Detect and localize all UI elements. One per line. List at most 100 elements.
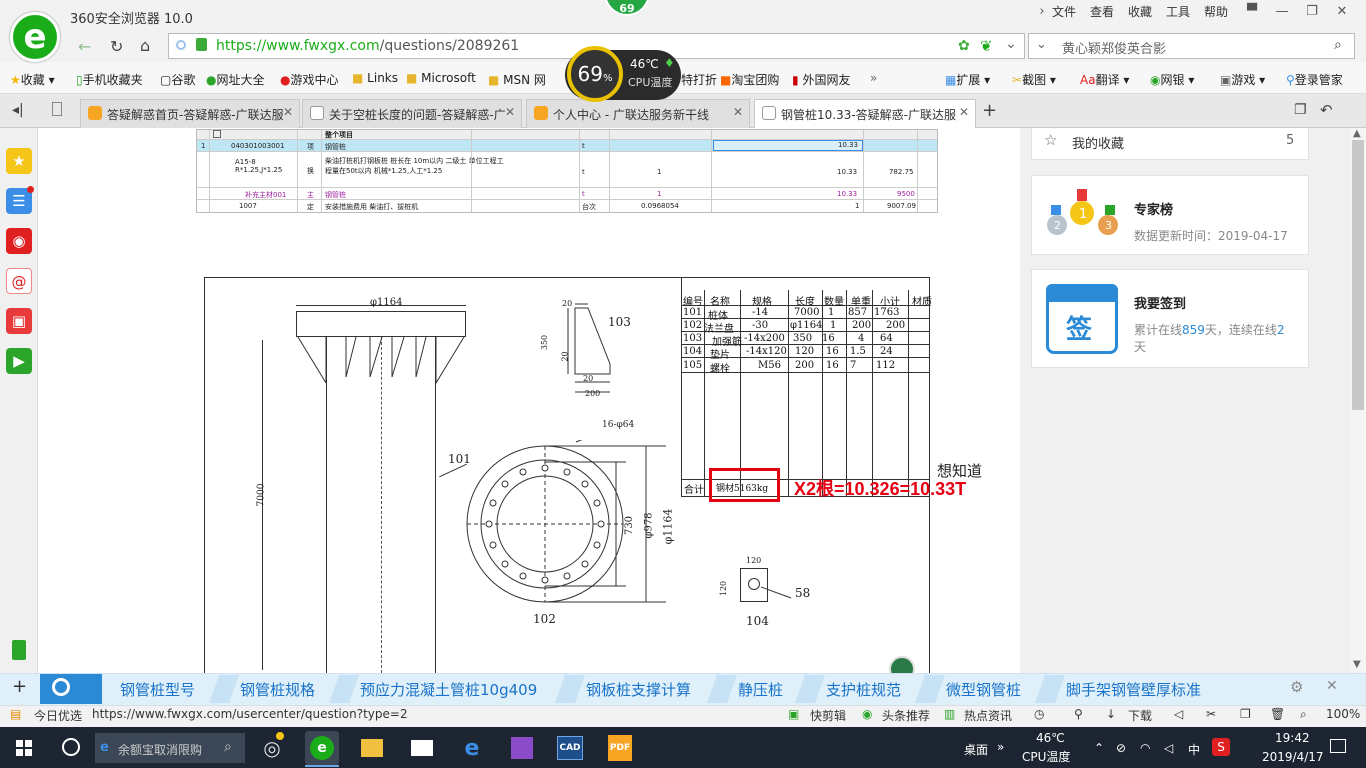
home-icon[interactable]: ⌂	[140, 36, 150, 55]
bookmark-links[interactable]: ■ Links	[352, 71, 398, 85]
pin-icon[interactable]: ⚲	[1074, 707, 1083, 721]
weibo-icon[interactable]: ◉	[6, 228, 32, 254]
game-icon[interactable]: ▣	[6, 308, 32, 334]
close-icon[interactable]: ✕	[733, 105, 743, 119]
email-icon[interactable]: @	[6, 268, 32, 294]
video-icon[interactable]: ▶	[6, 348, 32, 374]
speed-icon[interactable]: ◷	[1034, 707, 1044, 721]
tab-restore-icon[interactable]: ❐	[1294, 102, 1307, 118]
network-icon[interactable]: ⊘	[1116, 741, 1126, 755]
experts-title[interactable]: 专家榜	[1134, 199, 1173, 218]
window-icon[interactable]: ❐	[1240, 707, 1251, 721]
scroll-down-icon[interactable]: ▼	[1353, 659, 1361, 670]
trash-icon[interactable]: 🗑︎	[1270, 707, 1285, 721]
menu-tools[interactable]: 工具	[1166, 3, 1190, 20]
close-icon[interactable]: ✕	[959, 105, 969, 119]
back-icon[interactable]: ←	[78, 37, 91, 56]
related-item[interactable]: 钢管桩规格	[240, 679, 315, 700]
restore-icon[interactable]: ❐	[1300, 2, 1324, 22]
status-item-clip[interactable]: 快剪辑	[810, 707, 846, 724]
bookmark-mobile[interactable]: ▯手机收藏夹	[76, 71, 143, 88]
zoom-level[interactable]: 100%	[1326, 707, 1360, 721]
tab-steel-pile[interactable]: 钢管桩10.33-答疑解惑-广联达服 ✕	[754, 99, 976, 128]
windows-start-icon[interactable]	[16, 740, 32, 756]
bookmark-msn[interactable]: ■ MSN 网	[488, 71, 546, 88]
bookmark-google[interactable]: ▢谷歌	[160, 71, 195, 88]
close-icon[interactable]: ✕	[1326, 678, 1338, 694]
toolbar-games[interactable]: ▣游戏 ▾	[1220, 71, 1265, 88]
bookmark-microsoft[interactable]: ■ Microsoft	[406, 71, 476, 85]
menu-file[interactable]: 文件	[1052, 3, 1076, 20]
download-icon[interactable]: ↓	[1106, 707, 1116, 721]
close-icon[interactable]: ✕	[505, 105, 515, 119]
sidebar-toggle-icon[interactable]: ◂|	[12, 102, 24, 118]
tab-pile-length[interactable]: 关于空桩长度的问题-答疑解惑-广 ✕	[302, 99, 522, 128]
taskbar-pdf[interactable]: PDF	[603, 731, 637, 765]
related-item[interactable]: 钢管桩型号	[120, 679, 195, 700]
favorites-star-icon[interactable]: ★	[6, 148, 32, 174]
tab-list-icon[interactable]	[52, 102, 62, 116]
today-picks[interactable]: 今日优选	[34, 707, 82, 724]
minimize-icon[interactable]: —	[1270, 2, 1294, 22]
search-icon[interactable]: ⌕	[224, 739, 232, 755]
signin-title[interactable]: 我要签到	[1134, 293, 1186, 312]
clock-time[interactable]: 19:42	[1275, 731, 1310, 745]
sogou-icon[interactable]: S	[1212, 738, 1230, 756]
related-item[interactable]: 支护桩规范	[826, 679, 901, 700]
mute-icon[interactable]: ◁	[1174, 707, 1183, 721]
chevron-right-icon[interactable]: »	[997, 740, 1004, 754]
menu-favorites[interactable]: 收藏	[1128, 3, 1152, 20]
menu-help[interactable]: 帮助	[1204, 3, 1228, 20]
chevron-right-icon[interactable]: ›	[1030, 2, 1054, 22]
leaf-icon[interactable]: ❦	[980, 37, 993, 55]
bookmark-taobao[interactable]: ■淘宝团购	[720, 71, 779, 88]
status-item-news[interactable]: 热点资讯	[964, 707, 1012, 724]
today-icon[interactable]: ▤	[10, 707, 21, 721]
new-tab-button[interactable]: +	[982, 100, 997, 121]
wifi-icon[interactable]: ◠	[1140, 741, 1150, 755]
tab-personal-center[interactable]: 个人中心 - 广联达服务新干线 ✕	[526, 99, 750, 128]
taskbar-search-text[interactable]: 余额宝取消限购	[118, 741, 202, 758]
volume-icon[interactable]: ◁	[1164, 741, 1173, 755]
toolbar-banking[interactable]: ◉网银 ▾	[1150, 71, 1194, 88]
related-item[interactable]: 脚手架钢管壁厚标准	[1066, 679, 1201, 700]
scrollbar-thumb[interactable]	[1352, 140, 1364, 410]
related-item[interactable]: 钢板桩支撑计算	[586, 679, 691, 700]
refresh-icon[interactable]: ↻	[110, 37, 123, 56]
toolbar-translate[interactable]: Aa翻译 ▾	[1080, 71, 1129, 88]
notification-center-icon[interactable]	[1330, 739, 1346, 753]
search-icon[interactable]: ⌕	[1334, 37, 1342, 53]
address-url[interactable]: https://www.fwxgx.com/questions/2089261	[216, 38, 519, 54]
bookmark-favorites[interactable]: ★收藏 ▾	[10, 71, 55, 88]
tray-expand-icon[interactable]: ⌃	[1094, 741, 1104, 755]
close-icon[interactable]: ✕	[283, 105, 293, 119]
settings-gear-icon[interactable]: ⚙	[1290, 678, 1303, 696]
status-item-headline[interactable]: 头条推荐	[882, 707, 930, 724]
desktop-label[interactable]: 桌面	[964, 741, 988, 758]
taskbar-cad[interactable]: CAD	[553, 731, 587, 765]
close-icon[interactable]: ✕	[1330, 2, 1354, 22]
bookmark-games[interactable]: ●游戏中心	[280, 71, 339, 88]
secure-icon[interactable]: ✿	[958, 38, 970, 54]
search-icon[interactable]	[52, 678, 70, 696]
toolbar-screenshot[interactable]: ✂截图 ▾	[1012, 71, 1056, 88]
undo-close-icon[interactable]: ↶	[1320, 101, 1333, 119]
chevron-down-icon[interactable]: ⌄	[1036, 37, 1047, 52]
search-text[interactable]: 黄心颖郑俊英合影	[1062, 38, 1166, 57]
clock-date[interactable]: 2019/4/17	[1262, 750, 1324, 764]
browser-logo-icon[interactable]: e	[10, 12, 60, 62]
menu-view[interactable]: 查看	[1090, 3, 1114, 20]
chevron-down-icon[interactable]: ⌄	[1005, 36, 1017, 52]
related-item[interactable]: 微型钢管桩	[946, 679, 1021, 700]
screenshot-icon[interactable]: ✂	[1206, 707, 1216, 721]
taskbar-edge[interactable]: e	[455, 731, 489, 765]
related-item[interactable]: 预应力混凝土管桩10g409	[360, 679, 537, 700]
tab-qa-home[interactable]: 答疑解惑首页-答疑解惑-广联达服 ✕	[80, 99, 300, 128]
taskbar-mail[interactable]	[405, 731, 439, 765]
add-icon[interactable]: +	[12, 676, 27, 697]
status-item-download[interactable]: 下载	[1128, 707, 1152, 724]
ime-indicator[interactable]: 中	[1188, 741, 1200, 758]
bookmark-foreign[interactable]: ▮ 外国网友	[792, 71, 850, 88]
toolbar-login[interactable]: ⚲登录管家	[1286, 71, 1343, 88]
toolbar-extensions[interactable]: ▦扩展 ▾	[945, 71, 990, 88]
